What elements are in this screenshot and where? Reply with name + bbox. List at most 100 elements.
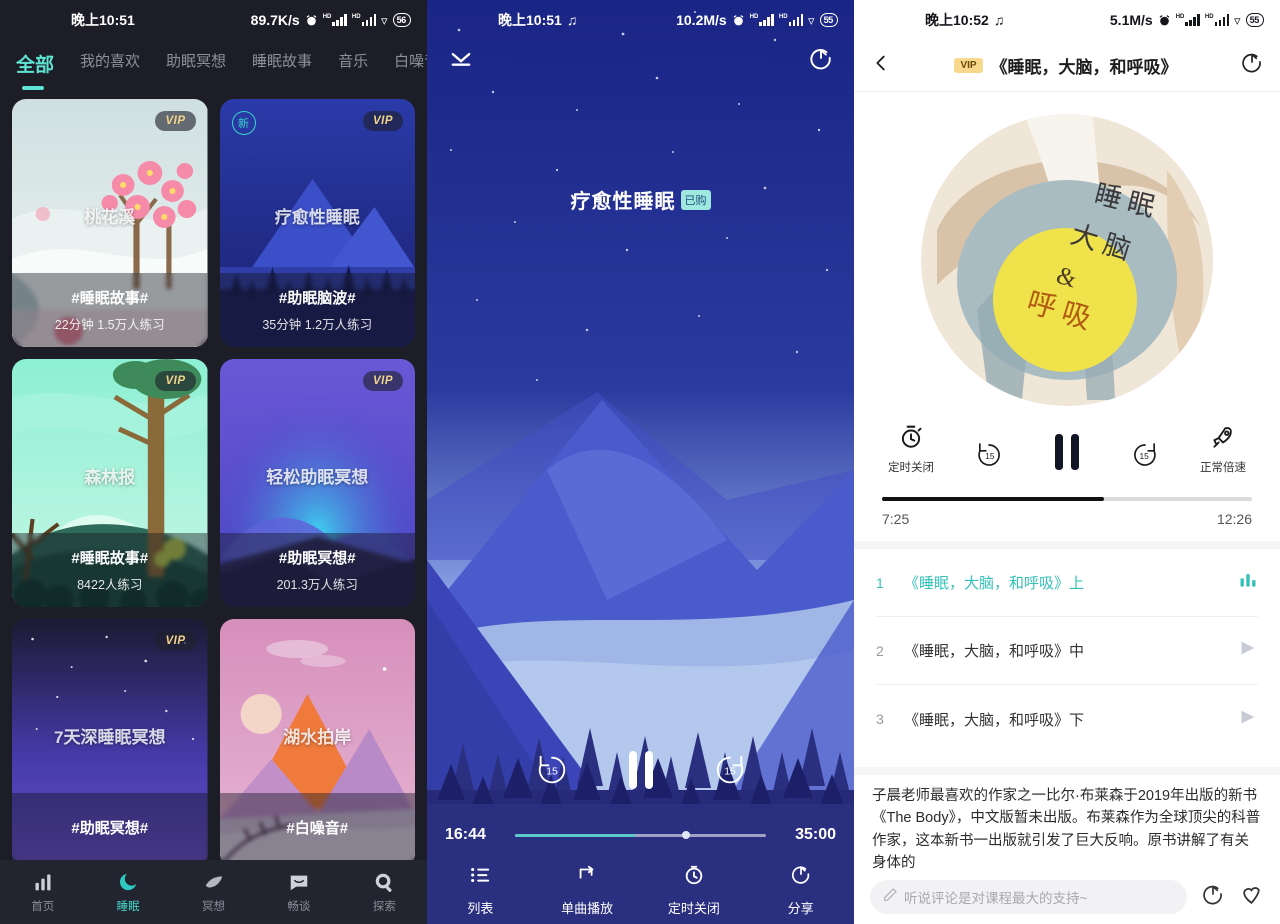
- progress-track[interactable]: [882, 497, 1252, 501]
- category-tabs[interactable]: 全部 我的喜欢 助眠冥想 睡眠故事 音乐 白噪音: [0, 40, 427, 90]
- chapter-list[interactable]: 1 《睡眠，大脑，和呼吸》上 2 《睡眠，大脑，和呼吸》中 3 《睡眠，大脑，和…: [854, 549, 1280, 753]
- elapsed-time: 16:44: [445, 826, 486, 843]
- bottom-navigation-bar[interactable]: 首页 睡眠 冥想 畅谈 探索: [0, 860, 427, 924]
- comment-bar[interactable]: 听说评论是对课程最大的支持~: [854, 870, 1280, 924]
- time-row: 7:25 12:26: [854, 501, 1280, 527]
- player-action-bar[interactable]: 列表 单曲播放 定时关闭 分享: [427, 856, 854, 924]
- progress-fill: [882, 497, 1104, 501]
- playback-controls[interactable]: 15 15: [427, 749, 854, 796]
- music-note-icon: ♫: [993, 12, 1005, 28]
- timer-icon: [683, 864, 705, 891]
- back-icon[interactable]: [870, 52, 892, 79]
- card-subtitle: 35分钟 1.2万人练习: [262, 318, 373, 332]
- purchased-badge: 已购: [680, 190, 711, 210]
- action-label: 定时关闭: [667, 900, 720, 916]
- forward-15-icon[interactable]: 15: [713, 753, 747, 792]
- pause-button[interactable]: [623, 749, 659, 796]
- progress-track[interactable]: [515, 831, 766, 839]
- vip-badge: VIP: [362, 111, 403, 131]
- tab-favorites[interactable]: 我的喜欢: [80, 50, 140, 79]
- control-rewind-15[interactable]: 15: [960, 440, 1018, 475]
- share-icon: [790, 864, 812, 891]
- action-repeat-one[interactable]: 单曲播放: [534, 856, 641, 924]
- leaf-icon: [203, 871, 225, 893]
- nav-item-chat[interactable]: 畅谈: [256, 860, 341, 924]
- control-forward-15[interactable]: 15: [1116, 440, 1174, 475]
- card-title: 7天深睡眠冥想: [54, 728, 166, 747]
- battery-indicator: 56: [392, 13, 411, 27]
- alarm-icon: [732, 14, 745, 27]
- tab-underline: [22, 86, 44, 90]
- action-sleep-timer[interactable]: 定时关闭: [641, 856, 748, 924]
- nav-label: 首页: [31, 900, 55, 913]
- nav-item-meditation[interactable]: 冥想: [171, 860, 256, 924]
- share-icon[interactable]: [1240, 51, 1264, 80]
- rocket-icon: [1210, 424, 1236, 455]
- comment-input[interactable]: 听说评论是对课程最大的支持~: [870, 880, 1187, 914]
- tab-white-noise[interactable]: 白噪音: [394, 50, 427, 79]
- signal-icon-sim2: HD: [352, 14, 377, 26]
- status-time: 晚上10:51: [498, 12, 562, 28]
- vip-badge: VIP: [155, 111, 196, 131]
- chapter-row[interactable]: 2 《睡眠，大脑，和呼吸》中: [876, 617, 1258, 685]
- signal-icon-sim2: HD: [1205, 14, 1230, 26]
- collapse-icon[interactable]: [447, 46, 475, 79]
- card-easy-sleep-meditation[interactable]: VIP 轻松助眠冥想 #助眠冥想# 201.3万人练习: [219, 359, 415, 607]
- player-top-bar: [427, 40, 854, 85]
- card-lake-shore[interactable]: 湖水拍岸 #白噪音#: [219, 619, 415, 867]
- nav-item-explore[interactable]: 探索: [342, 860, 427, 924]
- tab-all[interactable]: 全部: [16, 50, 54, 90]
- nav-label: 睡眠: [116, 900, 140, 913]
- chapter-name: 《睡眠，大脑，和呼吸》下: [904, 711, 1085, 729]
- seek-bar-row[interactable]: 16:44 35:00: [427, 826, 854, 844]
- signal-icon-sim1: HD: [1176, 14, 1200, 26]
- new-badge: 新: [231, 111, 256, 135]
- share-icon[interactable]: [1201, 883, 1225, 912]
- control-playback-speed[interactable]: 正常倍速: [1194, 424, 1252, 475]
- card-title: 桃花溪: [84, 208, 136, 227]
- pause-button[interactable]: [1038, 434, 1096, 475]
- card-title: 森林报: [84, 468, 136, 487]
- tab-music[interactable]: 音乐: [338, 50, 368, 79]
- play-icon[interactable]: [1236, 637, 1258, 664]
- bar-chart-icon: [33, 871, 53, 893]
- share-icon[interactable]: [808, 47, 834, 78]
- card-title: 湖水拍岸: [283, 728, 352, 747]
- tab-sleep-stories[interactable]: 睡眠故事: [252, 50, 312, 79]
- title-group: VIP 《睡眠，大脑，和呼吸》: [954, 53, 1178, 78]
- nav-item-sleep[interactable]: 睡眠: [85, 860, 170, 924]
- chapter-row[interactable]: 3 《睡眠，大脑，和呼吸》下: [876, 685, 1258, 753]
- card-7day-deep-sleep[interactable]: VIP 7天深睡眠冥想 #助眠冥想#: [12, 619, 208, 867]
- control-sleep-timer[interactable]: 定时关闭: [882, 424, 940, 475]
- seek-bar[interactable]: [854, 475, 1280, 501]
- wifi-icon: ▿: [808, 12, 815, 28]
- card-healing-sleep[interactable]: 新 VIP 疗愈性睡眠 #助眠脑波# 35分钟 1.2万人练习: [219, 99, 415, 347]
- panel-sleep-library: 晚上10:51 89.7K/s HD HD ▿ 56 全部 我的喜欢 助眠冥想 …: [0, 0, 427, 924]
- chapter-index: 2: [876, 642, 884, 659]
- nav-item-home[interactable]: 首页: [0, 860, 85, 924]
- nav-label: 冥想: [202, 900, 226, 913]
- rewind-15-icon[interactable]: 15: [535, 753, 569, 792]
- action-playlist[interactable]: 列表: [427, 856, 534, 924]
- status-bar-panel1: 晚上10:51 89.7K/s HD HD ▿ 56: [0, 0, 427, 40]
- card-forest-news[interactable]: VIP 森林报 #睡眠故事# 8422人练习: [12, 359, 208, 607]
- svg-text:15: 15: [1140, 451, 1150, 461]
- cover-art: 睡 眠 大 脑 & 呼 吸: [854, 92, 1280, 418]
- card-peach-blossom[interactable]: VIP 桃花溪 #睡眠故事# 22分钟 1.5万人练习: [12, 99, 208, 347]
- progress-fill: [515, 833, 636, 837]
- action-share[interactable]: 分享: [747, 856, 854, 924]
- progress-thumb[interactable]: [681, 831, 690, 839]
- alarm-icon: [305, 14, 318, 27]
- play-icon[interactable]: [1236, 706, 1258, 733]
- playback-control-row[interactable]: 定时关闭 15 15 正常倍速: [854, 418, 1280, 475]
- svg-text:15: 15: [724, 767, 736, 778]
- card-tag: #睡眠故事#: [71, 290, 149, 307]
- tab-sleep-meditation[interactable]: 助眠冥想: [166, 50, 226, 79]
- action-label: 列表: [467, 900, 494, 916]
- favorite-icon[interactable]: [1239, 882, 1264, 912]
- list-icon: [469, 864, 491, 891]
- card-footer: #白噪音#: [219, 793, 415, 867]
- moon-icon: [117, 871, 139, 893]
- vip-badge: VIP: [362, 371, 403, 391]
- chapter-row[interactable]: 1 《睡眠，大脑，和呼吸》上: [876, 549, 1258, 617]
